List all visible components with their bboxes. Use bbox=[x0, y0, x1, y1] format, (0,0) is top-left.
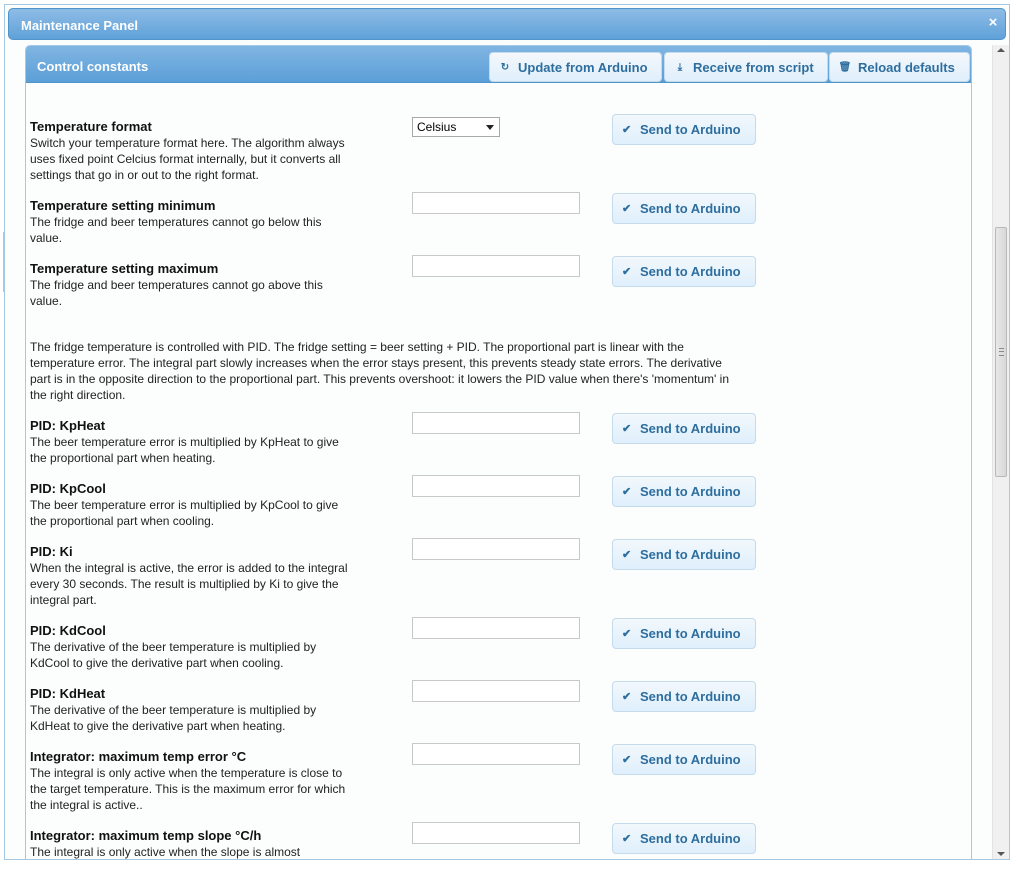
temperature-minimum-input[interactable] bbox=[412, 192, 580, 214]
section-title: Control constants bbox=[37, 59, 149, 74]
setting-help-text: The fridge and beer temperatures cannot … bbox=[30, 278, 323, 308]
check-icon: ✔ bbox=[622, 754, 632, 766]
dialog-titlebar[interactable]: Maintenance Panel × bbox=[8, 8, 1006, 40]
setting-description: Integrator: maximum temp slope °C/h The … bbox=[30, 828, 350, 859]
download-icon: ⤓ bbox=[677, 61, 683, 73]
send-to-arduino-button[interactable]: ✔ Send to Arduino bbox=[612, 618, 756, 649]
grip-icon bbox=[999, 348, 1004, 356]
send-to-arduino-button[interactable]: ✔ Send to Arduino bbox=[612, 193, 756, 224]
select-value: Celsius bbox=[417, 120, 457, 134]
check-icon: ✔ bbox=[622, 124, 632, 136]
setting-description: Temperature format Switch your temperatu… bbox=[30, 119, 350, 183]
setting-label: Temperature setting minimum bbox=[30, 198, 216, 213]
send-to-arduino-button[interactable]: ✔ Send to Arduino bbox=[612, 823, 756, 854]
send-to-arduino-button[interactable]: ✔ Send to Arduino bbox=[612, 114, 756, 145]
send-to-arduino-button[interactable]: ✔ Send to Arduino bbox=[612, 476, 756, 507]
setting-help-text: When the integral is active, the error i… bbox=[30, 561, 348, 607]
dialog-content: Control constants ↻ Update from Arduino … bbox=[5, 45, 993, 859]
setting-label: PID: KdHeat bbox=[30, 686, 106, 701]
kpheat-input[interactable] bbox=[412, 412, 580, 434]
chevron-down-icon bbox=[486, 125, 494, 130]
setting-description: Temperature setting minimum The fridge a… bbox=[30, 198, 350, 246]
check-icon: ✔ bbox=[622, 203, 632, 215]
send-to-arduino-button[interactable]: ✔ Send to Arduino bbox=[612, 681, 756, 712]
setting-label: PID: KdCool bbox=[30, 623, 106, 638]
setting-help-text: The derivative of the beer temperature i… bbox=[30, 640, 317, 670]
setting-label: Temperature format bbox=[30, 119, 152, 134]
scroll-down-arrow-icon[interactable] bbox=[997, 852, 1005, 856]
reload-defaults-button[interactable]: 🗑 Reload defaults bbox=[829, 52, 970, 82]
check-icon: ✔ bbox=[622, 423, 632, 435]
check-icon: ✔ bbox=[622, 266, 632, 278]
setting-help-text: The integral is only active when the tem… bbox=[30, 766, 346, 812]
maintenance-panel-dialog: Maintenance Panel × Control constants ↻ … bbox=[4, 4, 1010, 860]
setting-help-text: The beer temperature error is multiplied… bbox=[30, 498, 339, 528]
integrator-max-error-input[interactable] bbox=[412, 743, 580, 765]
kdcool-input[interactable] bbox=[412, 617, 580, 639]
setting-description: Integrator: maximum temp error °C The in… bbox=[30, 749, 350, 813]
receive-from-script-button[interactable]: ⤓ Receive from script bbox=[664, 52, 828, 82]
setting-label: PID: KpCool bbox=[30, 481, 106, 496]
setting-description: PID: KdHeat The derivative of the beer t… bbox=[30, 686, 350, 734]
close-icon[interactable]: × bbox=[985, 15, 1001, 31]
check-icon: ✔ bbox=[622, 486, 632, 498]
scrollbar-thumb[interactable] bbox=[995, 227, 1007, 477]
setting-description: PID: KpCool The beer temperature error i… bbox=[30, 481, 350, 529]
check-icon: ✔ bbox=[622, 833, 632, 845]
dialog-title: Maintenance Panel bbox=[21, 18, 139, 33]
scroll-up-arrow-icon[interactable] bbox=[997, 48, 1005, 52]
temperature-maximum-input[interactable] bbox=[412, 255, 580, 277]
check-icon: ✔ bbox=[622, 691, 632, 703]
section-header: Control constants ↻ Update from Arduino … bbox=[26, 46, 971, 83]
send-to-arduino-button[interactable]: ✔ Send to Arduino bbox=[612, 744, 756, 775]
setting-description: PID: KpHeat The beer temperature error i… bbox=[30, 418, 350, 466]
setting-description: Temperature setting maximum The fridge a… bbox=[30, 261, 350, 309]
kdheat-input[interactable] bbox=[412, 680, 580, 702]
check-icon: ✔ bbox=[622, 628, 632, 640]
check-icon: ✔ bbox=[622, 549, 632, 561]
trash-icon: 🗑 bbox=[838, 61, 852, 73]
send-to-arduino-button[interactable]: ✔ Send to Arduino bbox=[612, 256, 756, 287]
setting-help-text: The derivative of the beer temperature i… bbox=[30, 703, 317, 733]
send-to-arduino-button[interactable]: ✔ Send to Arduino bbox=[612, 413, 756, 444]
pid-intro-text: The fridge temperature is controlled wit… bbox=[30, 340, 730, 402]
setting-help-text: The fridge and beer temperatures cannot … bbox=[30, 215, 322, 245]
setting-label: Integrator: maximum temp error °C bbox=[30, 749, 247, 764]
kpcool-input[interactable] bbox=[412, 475, 580, 497]
refresh-icon: ↻ bbox=[500, 61, 510, 73]
setting-label: PID: Ki bbox=[30, 544, 73, 559]
update-from-arduino-button[interactable]: ↻ Update from Arduino bbox=[489, 52, 662, 82]
ki-input[interactable] bbox=[412, 538, 580, 560]
setting-help-text: Switch your temperature format here. The… bbox=[30, 136, 345, 182]
setting-description: PID: Ki When the integral is active, the… bbox=[30, 544, 350, 608]
send-to-arduino-button[interactable]: ✔ Send to Arduino bbox=[612, 539, 756, 570]
setting-label: PID: KpHeat bbox=[30, 418, 106, 433]
setting-label: Integrator: maximum temp slope °C/h bbox=[30, 828, 262, 843]
setting-label: Temperature setting maximum bbox=[30, 261, 219, 276]
setting-help-text: The beer temperature error is multiplied… bbox=[30, 435, 339, 465]
temperature-format-select[interactable]: Celsius bbox=[412, 117, 500, 137]
vertical-scrollbar[interactable] bbox=[992, 45, 1009, 859]
integrator-max-slope-input[interactable] bbox=[412, 822, 580, 844]
setting-help-text: The integral is only active when the slo… bbox=[30, 845, 301, 859]
setting-description: PID: KdCool The derivative of the beer t… bbox=[30, 623, 350, 671]
